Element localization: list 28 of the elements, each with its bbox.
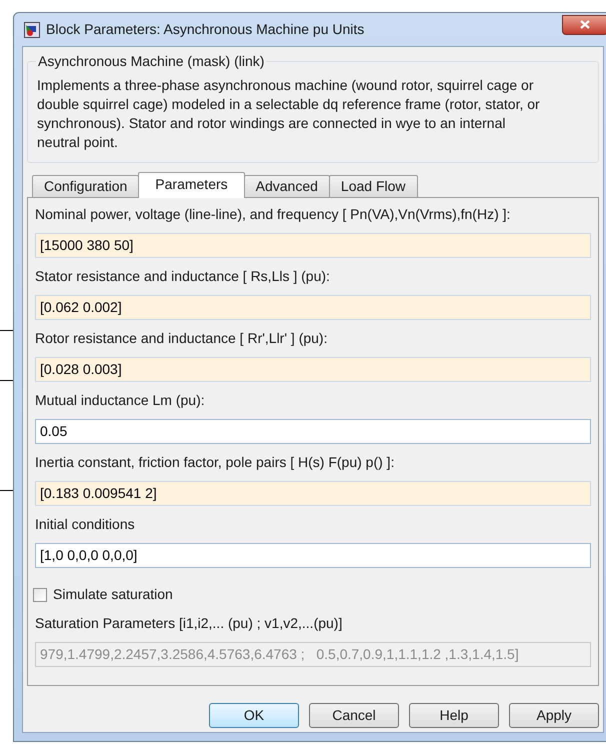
input-field[interactable]: [1,0 0,0,0 0,0,0] — [35, 543, 591, 568]
input-field[interactable]: [0.183 0.009541 2] — [35, 481, 591, 506]
field-label: Mutual inductance Lm (pu): — [35, 391, 206, 409]
tab[interactable]: Load Flow — [328, 175, 418, 197]
dialog-button[interactable]: Cancel — [309, 703, 399, 728]
input-field[interactable]: [15000 380 50] — [35, 233, 591, 258]
input-field[interactable]: [0.028 0.003] — [35, 357, 591, 382]
checkbox[interactable] — [33, 588, 47, 602]
close-button[interactable] — [562, 14, 606, 34]
tab[interactable]: Advanced — [244, 175, 330, 197]
dialog-button[interactable]: Apply — [509, 703, 599, 728]
tab[interactable]: Configuration — [32, 175, 140, 197]
input-field[interactable]: 0.05 — [35, 419, 591, 444]
dialog-button[interactable]: OK — [209, 703, 299, 728]
field-label: Stator resistance and inductance [ Rs,Lls ] (pu): — [35, 267, 331, 285]
field-label: Inertia constant, friction factor, pole pairs [ H(s) F(pu) p() ]: — [35, 453, 396, 471]
input-field[interactable]: [0.062 0.002] — [35, 295, 591, 320]
field-label: Nominal power, voltage (line-line), and frequency [ Pn(VA),Vn(Vrms),fn(Hz) ]: — [35, 205, 512, 223]
field-label: Saturation Parameters [i1,i2,... (pu) ; v1,v2,...(pu)] — [35, 614, 344, 632]
field-label: Initial conditions — [35, 515, 136, 533]
description-text: Implements a three-phase asynchronous machine (wound rotor, squirrel cage or double squirrel cage) modeled in a selectable dq reference frame (rotor, stator, or synchronous). Stator and rotor windings are connected in wye to an internal neutral point. — [37, 76, 541, 152]
checkbox-label: Simulate saturation — [53, 585, 173, 604]
tab[interactable]: Parameters — [138, 172, 245, 198]
app-icon — [24, 22, 40, 38]
window-title: Block Parameters: Asynchronous Machine pu Units — [46, 20, 364, 39]
close-icon — [580, 20, 590, 29]
dialog-button[interactable]: Help — [409, 703, 499, 728]
field-label: Rotor resistance and inductance [ Rr',Llr' ] (pu): — [35, 329, 328, 347]
